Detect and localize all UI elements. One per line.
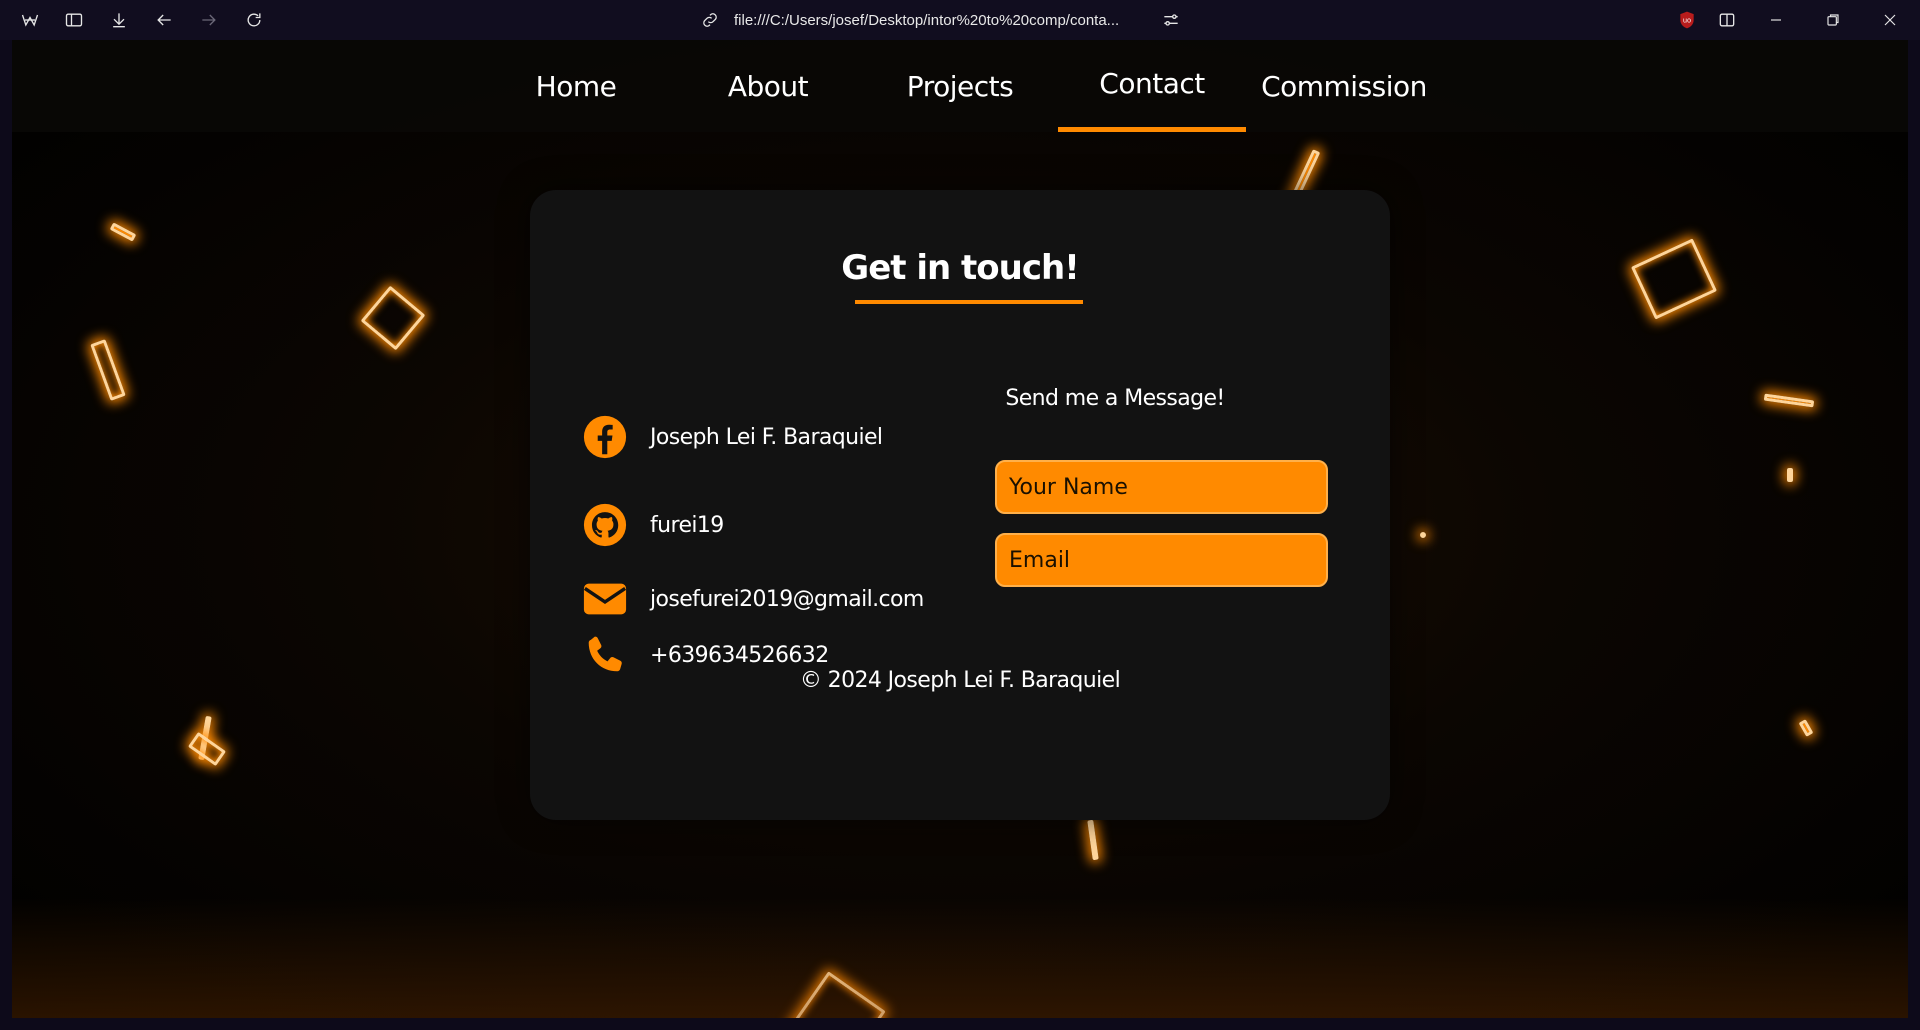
envelope-icon (582, 576, 628, 622)
form-title: Send me a Message! (1005, 386, 1225, 411)
back-icon[interactable] (150, 6, 178, 34)
page-viewport: Home About Projects Contact Commission G… (12, 40, 1908, 1018)
reload-icon[interactable] (240, 6, 268, 34)
contact-text: furei19 (650, 512, 724, 538)
title-underline (855, 300, 1083, 304)
glow-shape-decoration (1787, 468, 1793, 482)
site-settings-icon[interactable] (1157, 6, 1185, 34)
glow-shape-decoration (788, 971, 886, 1018)
footer-copyright: © 2024 Joseph Lei F. Baraquiel (799, 668, 1121, 693)
card-title: Get in touch! (841, 248, 1079, 288)
close-icon[interactable] (1876, 6, 1904, 34)
contact-github[interactable]: furei19 (582, 500, 724, 550)
browser-titlebar: file:///C:/Users/josef/Desktop/intor%20t… (0, 0, 1920, 40)
contact-email[interactable]: josefurei2019@gmail.com (582, 574, 924, 624)
contact-facebook[interactable]: Joseph Lei F. Baraquiel (582, 412, 883, 462)
nav-about[interactable]: About (674, 40, 862, 132)
top-navbar: Home About Projects Contact Commission (12, 40, 1908, 132)
contact-text: +639634526632 (650, 642, 829, 668)
sidebar-icon[interactable] (60, 6, 88, 34)
nav-home[interactable]: Home (482, 40, 670, 132)
glow-shape-decoration (1763, 393, 1815, 408)
contact-text: josefurei2019@gmail.com (650, 586, 924, 612)
restore-icon[interactable] (1819, 6, 1847, 34)
glow-shape-decoration (360, 285, 426, 351)
address-bar[interactable]: file:///C:/Users/josef/Desktop/intor%20t… (700, 6, 1180, 34)
url-text[interactable]: file:///C:/Users/josef/Desktop/intor%20t… (734, 12, 1119, 29)
workspaces-icon[interactable] (16, 6, 44, 34)
glow-shape-decoration (90, 339, 126, 401)
svg-text:uo: uo (1683, 17, 1691, 25)
nav-commission[interactable]: Commission (1250, 40, 1438, 132)
email-input[interactable] (995, 533, 1328, 587)
ublock-icon[interactable]: uo (1673, 6, 1701, 34)
github-icon (582, 502, 628, 548)
contact-card: Get in touch! Joseph Lei F. Baraquiel fu… (530, 190, 1390, 820)
nav-projects[interactable]: Projects (866, 40, 1054, 132)
forward-icon[interactable] (195, 6, 223, 34)
minimize-icon[interactable] (1762, 6, 1790, 34)
name-input[interactable] (995, 460, 1328, 514)
glow-shape-decoration (1420, 532, 1426, 538)
glow-shape-decoration (109, 222, 137, 242)
download-icon[interactable] (105, 6, 133, 34)
glow-shape-decoration (1798, 719, 1814, 737)
glow-shape-decoration (1630, 238, 1718, 320)
facebook-icon (582, 414, 628, 460)
nav-contact[interactable]: Contact (1058, 40, 1246, 132)
split-view-icon[interactable] (1713, 6, 1741, 34)
link-icon (700, 10, 720, 30)
glow-shape-decoration (1087, 819, 1099, 861)
contact-text: Joseph Lei F. Baraquiel (650, 424, 883, 450)
